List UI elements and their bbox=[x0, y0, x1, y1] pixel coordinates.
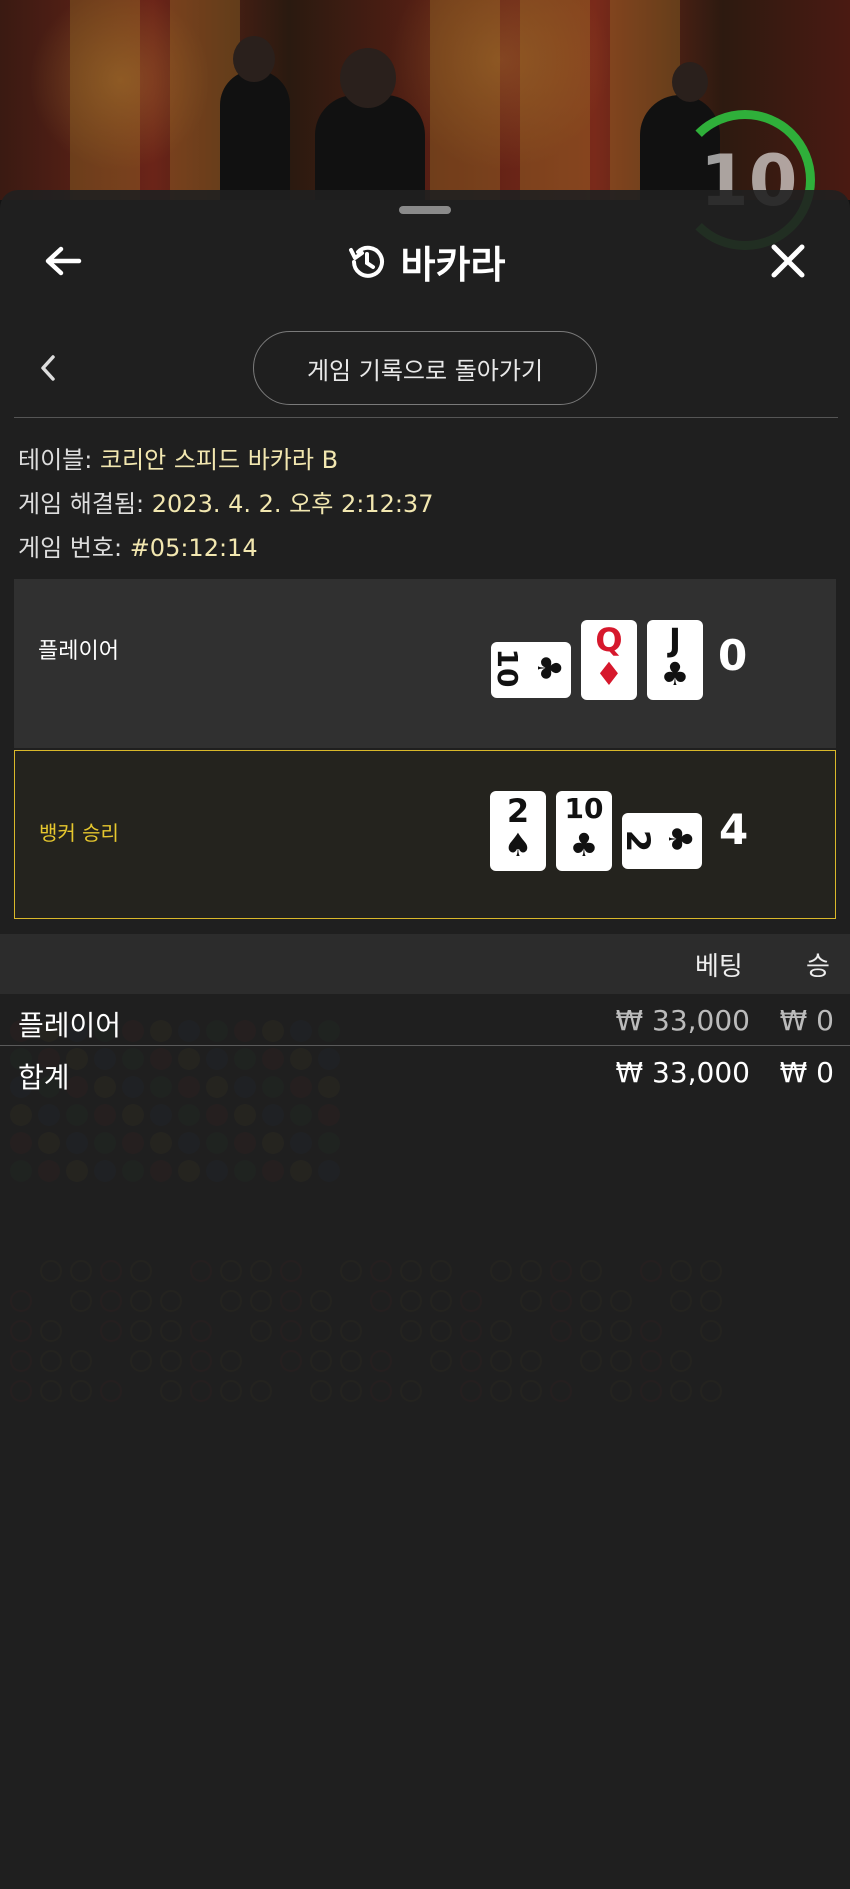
chevron-left-icon bbox=[41, 355, 55, 381]
close-icon bbox=[771, 244, 805, 278]
player-hand-row: 플레이어 10 ♣ Q ♦ J ♣ 0 bbox=[14, 579, 836, 748]
hand-score: 4 bbox=[719, 805, 749, 854]
hand-score: 0 bbox=[718, 631, 748, 680]
bets-table-header: 베팅 승 bbox=[0, 934, 850, 994]
bet-amount: ₩ 33,000 bbox=[615, 1004, 750, 1037]
card-suit-icon: ♦ bbox=[594, 655, 624, 693]
playing-card: 2 ♣ bbox=[619, 813, 702, 869]
card-suit-icon: ♣ bbox=[660, 655, 690, 693]
card-rank: J bbox=[669, 621, 681, 659]
playing-card: J ♣ bbox=[647, 620, 703, 700]
divider bbox=[0, 1045, 850, 1046]
win-amount: ₩ 0 bbox=[779, 1004, 834, 1037]
card-rank: 10 bbox=[564, 792, 604, 825]
prev-game-button[interactable] bbox=[28, 348, 68, 388]
card-suit-icon: ♣ bbox=[661, 824, 699, 854]
playing-card: Q ♦ bbox=[581, 620, 637, 700]
win-column-header: 승 bbox=[806, 952, 830, 982]
table-info: 테이블: 코리안 스피드 바카라 B bbox=[18, 440, 338, 475]
total-bet: ₩ 33,000 bbox=[615, 1056, 750, 1089]
playing-card: 10 ♣ bbox=[491, 642, 571, 698]
game-number-info: 게임 번호: #05:12:14 bbox=[18, 528, 258, 563]
table-label: 테이블: bbox=[18, 446, 93, 474]
total-win: ₩ 0 bbox=[779, 1056, 834, 1089]
hand-label: 플레이어 bbox=[38, 639, 119, 664]
game-number-label: 게임 번호: bbox=[18, 534, 123, 562]
card-suit-icon: ♠ bbox=[503, 826, 533, 864]
card-suit-icon: ♣ bbox=[530, 653, 568, 683]
card-rank: Q bbox=[595, 621, 623, 659]
card-rank: 10 bbox=[491, 648, 524, 688]
game-number-value: #05:12:14 bbox=[129, 534, 258, 562]
total-label: 합계 bbox=[18, 1061, 70, 1094]
divider bbox=[14, 417, 838, 418]
resolved-value: 2023. 4. 2. 오후 2:12:37 bbox=[151, 490, 434, 518]
game-history-sheet: 바카라 게임 기록으로 돌아가기 테이블: 코리안 스피드 바카라 B 게임 해… bbox=[0, 190, 850, 1889]
banker-hand-row: 뱅커 승리 2 ♠ 10 ♣ 2 ♣ 4 bbox=[14, 750, 836, 919]
playing-card: 10 ♣ bbox=[556, 791, 612, 871]
back-to-history-button[interactable]: 게임 기록으로 돌아가기 bbox=[253, 331, 597, 405]
playing-card: 2 ♠ bbox=[490, 791, 546, 871]
hand-label: 뱅커 승리 bbox=[39, 821, 119, 845]
sheet-header: 바카라 bbox=[0, 234, 850, 289]
resolved-info: 게임 해결됨: 2023. 4. 2. 오후 2:12:37 bbox=[18, 484, 433, 519]
resolved-label: 게임 해결됨: bbox=[18, 490, 145, 518]
card-suit-icon: ♣ bbox=[569, 826, 599, 864]
bet-name: 플레이어 bbox=[18, 1009, 122, 1042]
page-title: 바카라 bbox=[400, 243, 506, 287]
card-rank: 2 bbox=[506, 792, 530, 830]
sheet-drag-handle[interactable] bbox=[399, 206, 451, 214]
table-value: 코리안 스피드 바카라 B bbox=[99, 446, 339, 474]
close-button[interactable] bbox=[763, 236, 813, 286]
bet-column-header: 베팅 bbox=[695, 952, 743, 982]
history-icon bbox=[348, 245, 384, 278]
card-rank: 2 bbox=[619, 829, 657, 853]
